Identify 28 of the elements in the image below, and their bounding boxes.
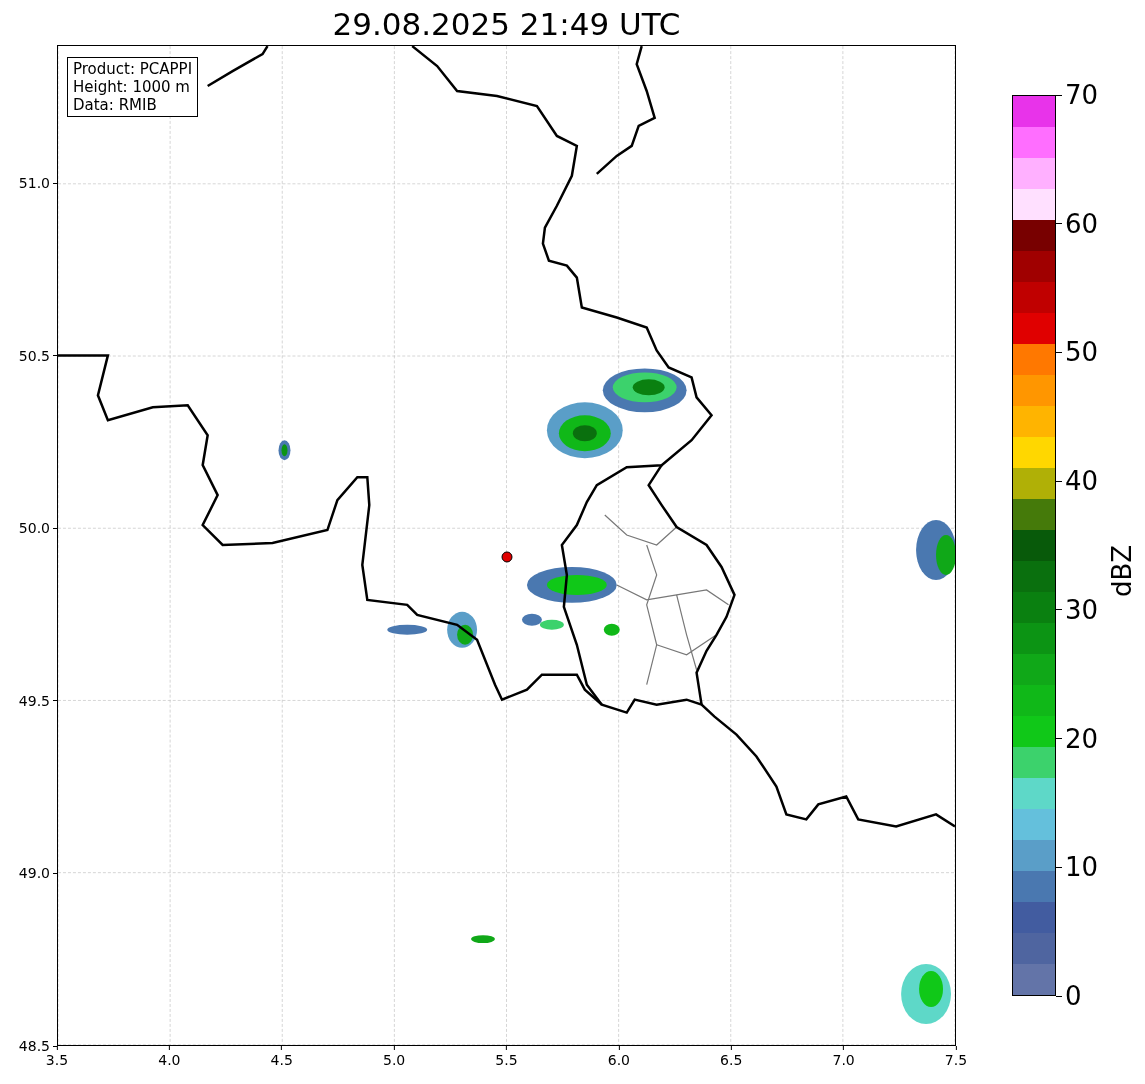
info-text: Height: 1000 m	[73, 78, 191, 96]
colorbar-tick-label: 60	[1065, 208, 1099, 239]
x-tick-label: 7.5	[944, 1052, 968, 1068]
x-tick-label: 5.5	[495, 1052, 518, 1068]
colorbar-tick-label: 0	[1065, 981, 1082, 1011]
x-tick-label: 4.5	[270, 1052, 293, 1068]
y-tick-label: 50.5	[18, 347, 50, 364]
y-tick-label: 50.0	[18, 520, 50, 537]
colorbar-tick-label: 40	[1065, 466, 1099, 497]
y-tick-label: 49.5	[18, 692, 50, 709]
colorbar-tick-label: 70	[1065, 80, 1099, 110]
chart-title: 29.08.2025 21:49 UTC	[331, 4, 682, 44]
info-text: Product: PCAPPI	[73, 60, 193, 78]
x-tick-label: 5.0	[383, 1052, 406, 1068]
info-text: Data: RMIB	[73, 96, 158, 114]
y-tick-label: 48.5	[18, 1038, 50, 1054]
colorbar-tick-label: 50	[1065, 337, 1099, 368]
x-tick-label: 6.0	[607, 1052, 630, 1068]
x-tick-label: 6.5	[720, 1052, 743, 1068]
x-tick-label: 7.0	[832, 1052, 855, 1068]
colorbar-unit-label: dBZ	[1107, 544, 1138, 597]
y-tick-label: 51.0	[18, 175, 50, 191]
x-tick-label: 3.5	[45, 1052, 69, 1068]
x-tick-label: 4.0	[158, 1052, 181, 1068]
colorbar-tick-label: 30	[1065, 594, 1099, 625]
colorbar-tick-label: 10	[1065, 852, 1099, 883]
y-tick-label: 49.0	[18, 865, 50, 882]
colorbar-tick-label: 20	[1065, 723, 1099, 754]
